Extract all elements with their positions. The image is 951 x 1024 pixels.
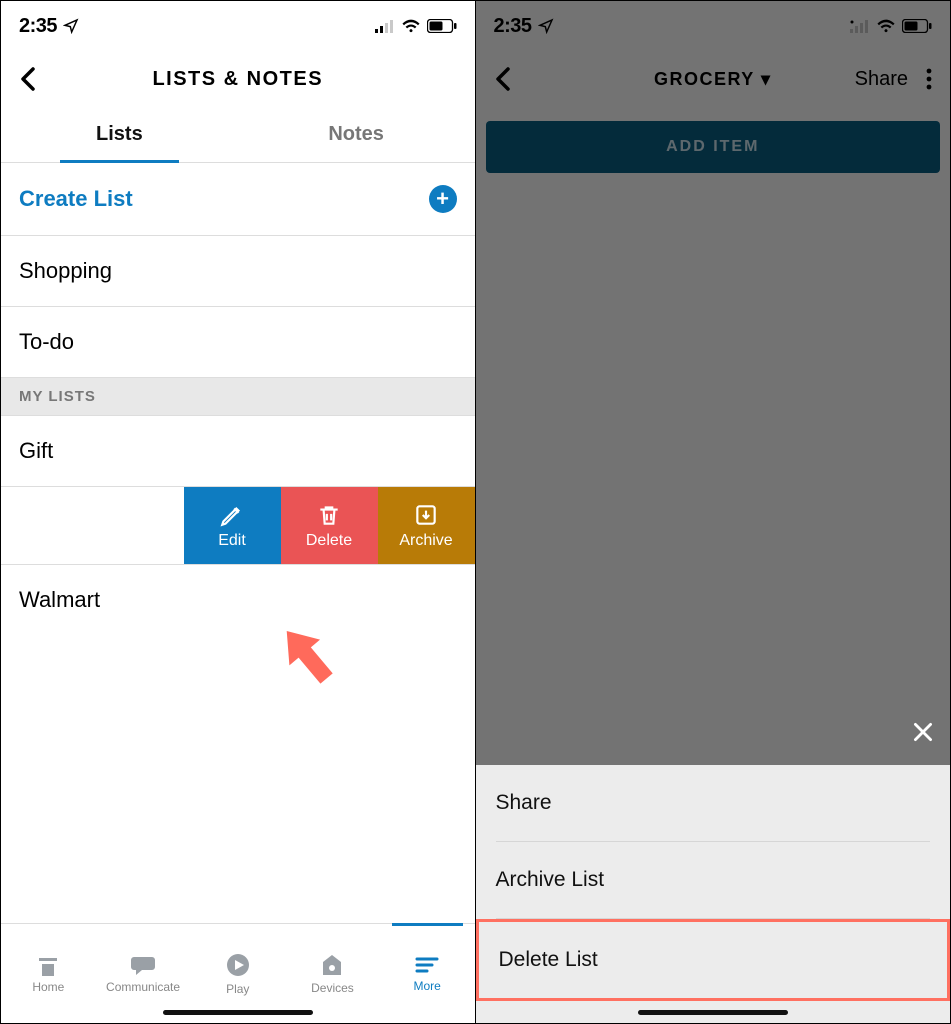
swipe-edit-button[interactable]: Edit bbox=[184, 487, 281, 564]
devices-icon bbox=[319, 953, 345, 977]
tab-lists[interactable]: Lists bbox=[1, 107, 238, 162]
sheet-archive[interactable]: Archive List bbox=[476, 842, 951, 918]
nav-home[interactable]: Home bbox=[1, 924, 96, 1023]
create-list-row[interactable]: Create List + bbox=[1, 163, 475, 236]
more-icon bbox=[414, 955, 440, 975]
list-item-gift[interactable]: Gift bbox=[1, 416, 475, 487]
nav-devices[interactable]: Devices bbox=[285, 924, 380, 1023]
section-header-mylists: MY LISTS bbox=[1, 378, 475, 416]
swipe-delete-button[interactable]: Delete bbox=[281, 487, 378, 564]
wifi-icon bbox=[401, 19, 421, 33]
pencil-icon bbox=[219, 502, 245, 528]
home-indicator bbox=[638, 1010, 788, 1015]
status-time: 2:35 bbox=[19, 15, 57, 38]
tabs: Lists Notes bbox=[1, 107, 475, 163]
location-icon bbox=[63, 18, 79, 34]
sheet-share[interactable]: Share bbox=[476, 765, 951, 841]
swipe-actions-row: Edit Delete Archive bbox=[1, 487, 475, 565]
list-item-walmart[interactable]: Walmart bbox=[1, 565, 475, 635]
list-item-todo[interactable]: To-do bbox=[1, 307, 475, 378]
back-button[interactable] bbox=[19, 65, 39, 93]
create-list-label: Create List bbox=[19, 186, 133, 212]
chat-icon bbox=[130, 954, 156, 976]
list-item-shopping[interactable]: Shopping bbox=[1, 236, 475, 307]
page-title: LISTS & NOTES bbox=[1, 68, 475, 91]
sheet-delete[interactable]: Delete List bbox=[476, 919, 951, 1001]
bottom-nav: Home Communicate Play Devices More bbox=[1, 923, 475, 1023]
nav-communicate[interactable]: Communicate bbox=[96, 924, 191, 1023]
close-sheet-button[interactable] bbox=[910, 719, 936, 745]
nav-play[interactable]: Play bbox=[190, 924, 285, 1023]
status-bar: 2:35 bbox=[1, 1, 475, 51]
app-header: LISTS & NOTES bbox=[1, 51, 475, 107]
home-icon bbox=[35, 954, 61, 976]
phone-left: 2:35 LISTS & NOTES bbox=[1, 1, 476, 1023]
plus-icon: + bbox=[429, 185, 457, 213]
cellular-icon bbox=[375, 19, 395, 33]
home-indicator bbox=[163, 1010, 313, 1015]
trash-icon bbox=[316, 502, 342, 528]
swipe-archive-button[interactable]: Archive bbox=[378, 487, 475, 564]
archive-icon bbox=[413, 502, 439, 528]
play-icon bbox=[225, 952, 251, 978]
action-sheet: Share Archive List Delete List bbox=[476, 765, 951, 1023]
nav-more[interactable]: More bbox=[380, 924, 475, 1023]
tab-notes[interactable]: Notes bbox=[238, 107, 475, 162]
phone-right: 2:35 bbox=[476, 1, 951, 1023]
battery-icon bbox=[427, 19, 457, 33]
